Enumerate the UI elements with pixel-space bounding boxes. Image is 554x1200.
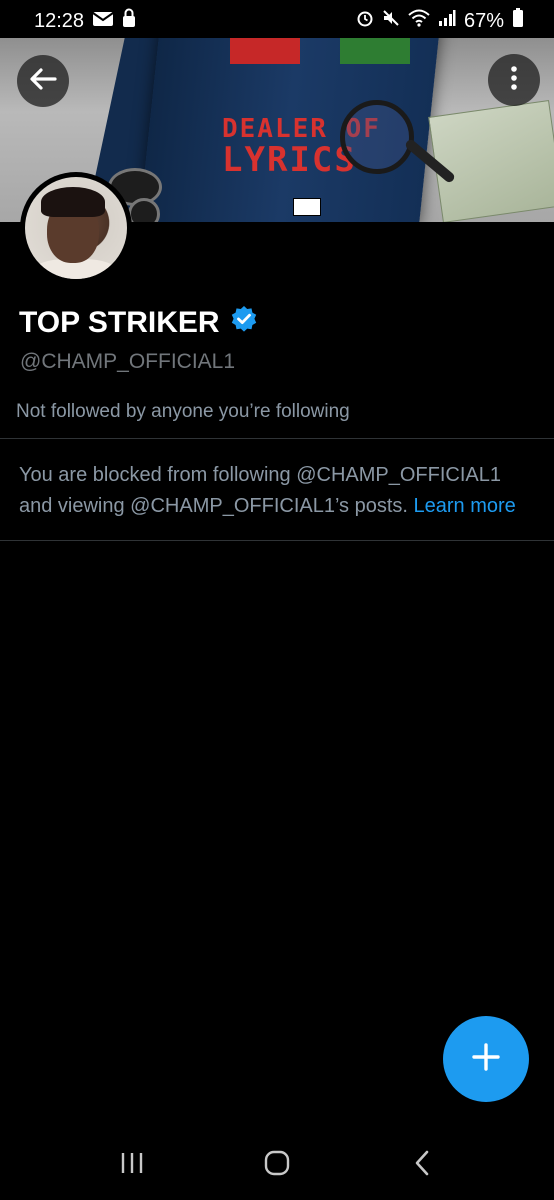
cover-green-block bbox=[340, 38, 410, 64]
profile-handle: @CHAMP_OFFICIAL1 bbox=[20, 350, 236, 373]
compose-post-button[interactable] bbox=[443, 1016, 529, 1102]
lock-notification-icon bbox=[122, 8, 136, 34]
display-name-text: TOP STRIKER bbox=[19, 306, 220, 339]
system-navigation-bar bbox=[0, 1140, 554, 1190]
clock: 12:28 bbox=[34, 9, 85, 32]
avatar-photo bbox=[25, 177, 127, 279]
more-options-button[interactable] bbox=[488, 54, 540, 106]
avatar[interactable] bbox=[20, 172, 132, 284]
sunglasses-lens bbox=[128, 198, 160, 222]
avatar-hair bbox=[41, 187, 105, 217]
profile-screen: 12:28 67% DEALER OF LYRICS TOP STRIKER @… bbox=[0, 0, 554, 1200]
wifi-icon bbox=[408, 9, 430, 33]
parental-advisory-label bbox=[293, 198, 321, 216]
mail-icon bbox=[92, 10, 114, 33]
back-button[interactable] bbox=[17, 55, 69, 107]
profile-display-name: TOP STRIKER bbox=[19, 305, 258, 341]
signal-icon bbox=[438, 9, 456, 33]
followed-by-note: Not followed by anyone you’re following bbox=[16, 401, 350, 422]
blocked-message: You are blocked from following @CHAMP_OF… bbox=[19, 460, 539, 522]
magnifier-glass bbox=[340, 100, 414, 174]
mute-icon bbox=[382, 9, 400, 33]
more-vertical-icon bbox=[510, 65, 518, 96]
battery-percent: 67% bbox=[463, 9, 504, 32]
verified-badge-icon bbox=[230, 305, 258, 341]
home-icon bbox=[263, 1149, 291, 1182]
recent-apps-button[interactable] bbox=[112, 1145, 152, 1185]
alarm-icon bbox=[356, 9, 374, 33]
cash-stack bbox=[428, 100, 554, 222]
cover-red-block bbox=[230, 38, 300, 64]
battery-icon bbox=[512, 8, 524, 34]
nav-back-button[interactable] bbox=[402, 1145, 442, 1185]
status-bar: 12:28 67% bbox=[0, 0, 554, 42]
recent-apps-icon bbox=[119, 1151, 145, 1180]
back-icon bbox=[413, 1149, 431, 1182]
plus-icon bbox=[471, 1042, 501, 1077]
back-arrow-icon bbox=[29, 67, 57, 96]
divider bbox=[0, 540, 554, 541]
learn-more-link[interactable]: Learn more bbox=[414, 495, 516, 517]
home-button[interactable] bbox=[257, 1145, 297, 1185]
divider bbox=[0, 438, 554, 439]
